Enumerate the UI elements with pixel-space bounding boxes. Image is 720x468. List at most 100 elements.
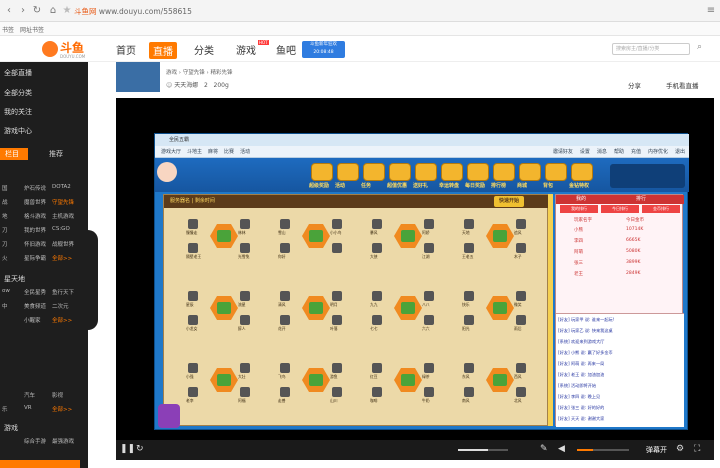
sidebar-category-item[interactable]: 刀 <box>2 226 8 234</box>
game-table[interactable]: 小强 大壮 老李 阿福 <box>186 359 254 403</box>
table-seat[interactable] <box>332 363 342 373</box>
bookmark-1[interactable]: 书签 <box>2 25 14 34</box>
banner-feature-icon[interactable] <box>441 163 463 181</box>
table-seat[interactable] <box>280 387 290 397</box>
banner-feature-icon[interactable] <box>337 163 359 181</box>
table-seat[interactable] <box>280 219 290 229</box>
sidebar-category-item[interactable]: 战舰世界 <box>52 240 74 248</box>
game-table[interactable]: 东风 西风 南风 北风 <box>462 359 530 403</box>
sidebar-category-item[interactable]: 地 <box>2 212 8 220</box>
game-toolbar-item[interactable]: 活动 <box>240 149 250 155</box>
sidebar-category-item[interactable]: CS:GO <box>52 226 70 232</box>
game-table[interactable]: 慢慢走 林林 隔壁老王 光雪兔 <box>186 215 254 259</box>
sidebar-category-item[interactable]: 格斗游戏 <box>24 212 46 220</box>
table-seat[interactable] <box>372 243 382 253</box>
panel-tab-rank[interactable]: 排行 <box>636 195 646 204</box>
sidebar-category-item[interactable]: 美食频道 <box>24 302 46 310</box>
table-seat[interactable] <box>372 219 382 229</box>
sidebar-all-category[interactable]: 全部分类 <box>4 88 32 98</box>
nav-yuba[interactable]: 鱼吧 <box>276 42 296 57</box>
refresh-icon[interactable]: ↻ <box>30 4 44 18</box>
sidebar-category-item[interactable]: 星际争霸 <box>24 254 46 262</box>
game-table[interactable]: 红豆 绿茶 咖啡 牛奶 <box>370 359 438 403</box>
banner-feature-icon[interactable] <box>311 163 333 181</box>
game-toolbar-item[interactable]: 比赛 <box>224 149 234 155</box>
table-seat[interactable] <box>188 363 198 373</box>
nav-home[interactable]: 首页 <box>116 42 136 57</box>
table-seat[interactable] <box>516 363 526 373</box>
table-seat[interactable] <box>464 315 474 325</box>
volume-icon[interactable]: ◀ <box>558 444 565 454</box>
table-seat[interactable] <box>240 315 250 325</box>
game-toolbar-right-item[interactable]: 邀请好友 <box>553 149 573 155</box>
sidebar-category-item[interactable]: 乐 <box>2 405 8 413</box>
nav-games[interactable]: 游戏 <box>236 42 256 57</box>
game-table[interactable]: 星辰 流星 小龙女 醉人 <box>186 287 254 331</box>
table-seat[interactable] <box>240 291 250 301</box>
table-seat[interactable] <box>372 291 382 301</box>
table-seat[interactable] <box>332 315 342 325</box>
game-toolbar-right-item[interactable]: 充值 <box>631 149 641 155</box>
forward-icon[interactable]: › <box>16 4 30 18</box>
bookmark-2[interactable]: 网址书签 <box>20 25 44 34</box>
table-seat[interactable] <box>188 387 198 397</box>
quick-start-button[interactable]: 快速开始 <box>494 196 525 207</box>
sidebar-collapse-handle[interactable] <box>88 230 98 330</box>
table-seat[interactable] <box>240 243 250 253</box>
sidebar-category-item[interactable]: 主机游戏 <box>52 212 74 220</box>
panel-tab-mine[interactable]: 我的 <box>576 195 586 204</box>
sidebar-category-item[interactable]: 怀旧游戏 <box>24 240 46 248</box>
table-seat[interactable] <box>372 363 382 373</box>
table-seat[interactable] <box>516 315 526 325</box>
banner-feature-icon[interactable] <box>363 163 385 181</box>
table-seat[interactable] <box>424 243 434 253</box>
table-seat[interactable] <box>332 243 342 253</box>
table-seat[interactable] <box>464 291 474 301</box>
game-table[interactable]: 清风 明月 花开 叶落 <box>278 287 346 331</box>
sidebar-all-live[interactable]: 全部直播 <box>4 68 32 78</box>
game-table[interactable]: 雪山 小小鸟 你好 <box>278 215 346 259</box>
sidebar-category-item[interactable]: 二次元 <box>52 302 69 310</box>
tab-recommend[interactable]: 推荐 <box>44 148 68 160</box>
game-toolbar-right-item[interactable]: 消息 <box>597 149 607 155</box>
table-seat[interactable] <box>464 363 474 373</box>
sidebar-category-item[interactable]: 炉石传说 <box>24 184 46 192</box>
banner-feature-icon[interactable] <box>467 163 489 181</box>
sidebar-category-item[interactable]: 鱼行天下 <box>52 288 74 296</box>
table-seat[interactable] <box>516 387 526 397</box>
site-logo[interactable]: 斗鱼 DOUYU.COM <box>42 39 90 61</box>
sidebar-category-item[interactable]: 刀 <box>2 240 8 248</box>
share-button[interactable]: 分享 <box>628 80 641 90</box>
table-seat[interactable] <box>280 315 290 325</box>
home-icon[interactable]: ⌂ <box>46 4 60 18</box>
table-seat[interactable] <box>424 387 434 397</box>
player-avatar[interactable] <box>157 162 177 182</box>
game-table[interactable]: 九九 八八 七七 六六 <box>370 287 438 331</box>
volume-slider[interactable] <box>458 449 508 451</box>
sidebar-category-item[interactable]: DOTA2 <box>52 184 71 190</box>
table-seat[interactable] <box>332 291 342 301</box>
banner-feature-icon[interactable] <box>389 163 411 181</box>
edit-icon[interactable]: ✎ <box>540 444 548 454</box>
table-seat[interactable] <box>240 219 250 229</box>
banner-feature-icon[interactable] <box>493 163 515 181</box>
table-seat[interactable] <box>188 315 198 325</box>
sidebar-category-item[interactable]: 小醒家 <box>24 316 41 324</box>
sidebar-follow[interactable]: 我的关注 <box>4 107 32 117</box>
sidebar-category-item[interactable]: 影视 <box>52 391 63 399</box>
sidebar-category-item[interactable]: 汽车 <box>24 391 35 399</box>
search-icon[interactable]: ⌕ <box>697 42 702 52</box>
sidebar-category-item[interactable]: 国 <box>2 184 8 192</box>
table-seat[interactable] <box>516 219 526 229</box>
sidebar-category-item[interactable]: 战 <box>2 198 8 206</box>
lobby-scrollbar[interactable] <box>548 194 553 426</box>
sidebar-category-item[interactable]: 中 <box>2 302 8 310</box>
table-seat[interactable] <box>464 219 474 229</box>
table-seat[interactable] <box>240 363 250 373</box>
tab-columns[interactable]: 栏目 <box>0 148 28 160</box>
sidebar-category-item[interactable]: 最强游戏 <box>52 437 74 445</box>
address-bar[interactable]: 斗鱼网 www.douyu.com/558615 <box>74 4 634 19</box>
panel-subtab[interactable]: 我的排行 <box>560 205 598 213</box>
search-input[interactable]: 搜索房主/直播/分类 <box>612 43 690 55</box>
sidebar-game-center[interactable]: 游戏中心 <box>4 126 32 136</box>
